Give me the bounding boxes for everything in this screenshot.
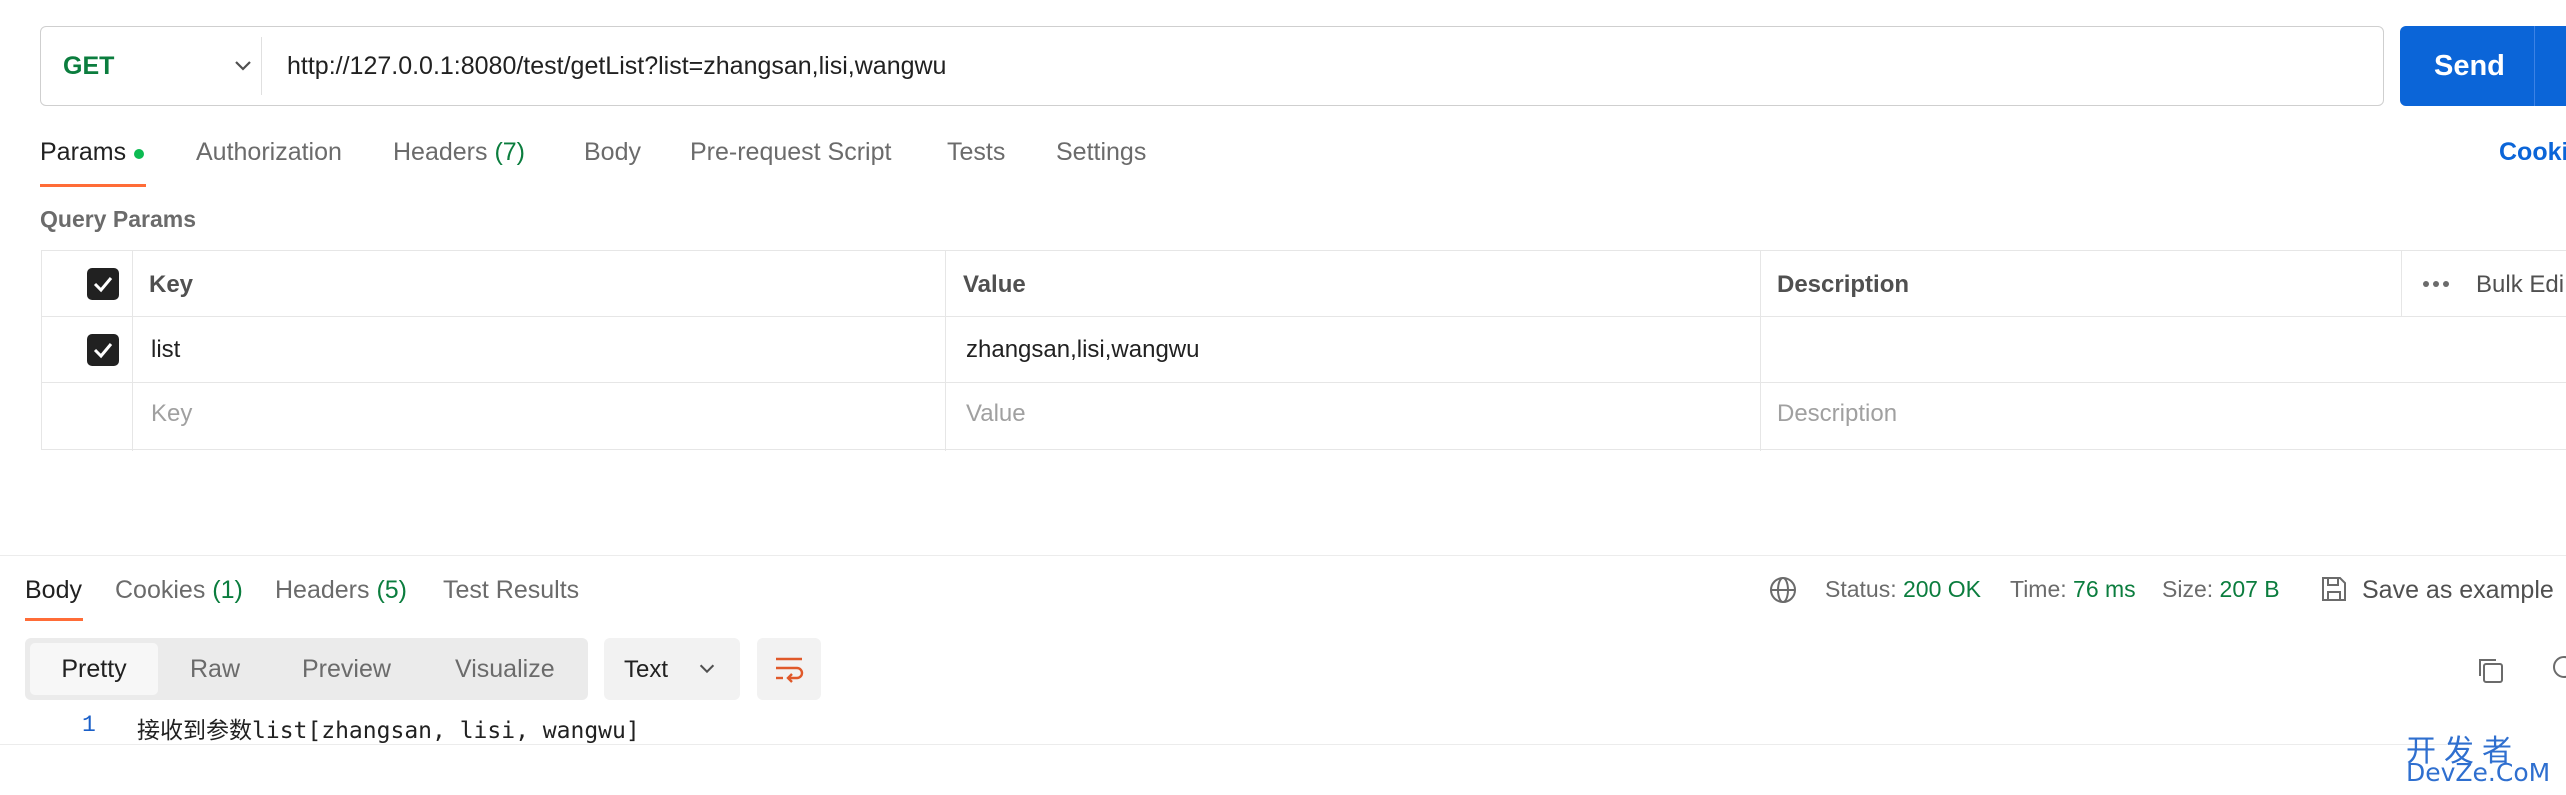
save-as-example-button[interactable]: Save as example [2362, 576, 2554, 605]
response-tab-test-results[interactable]: Test Results [443, 576, 579, 605]
response-tab-test-results-label: Test Results [443, 576, 580, 604]
method-separator [261, 37, 262, 95]
send-button[interactable]: Send [2400, 26, 2566, 106]
size-label: Size: [2162, 576, 2214, 602]
status-label: Status: [1825, 576, 1897, 602]
response-tab-headers[interactable]: Headers (5) [275, 576, 407, 605]
tab-headers[interactable]: Headers (7) [393, 138, 525, 167]
search-icon[interactable] [2550, 653, 2566, 685]
column-divider [1760, 251, 1761, 451]
tab-params[interactable]: Params [40, 138, 126, 167]
tab-settings-label: Settings [1056, 138, 1147, 166]
response-tab-body-label: Body [25, 576, 82, 604]
response-tab-headers-label: Headers [275, 576, 370, 604]
send-label: Send [2434, 49, 2505, 82]
column-header-value: Value [963, 271, 1026, 298]
url-bar: GET [40, 26, 2384, 106]
response-body-text[interactable]: 接收到参数list[zhangsan, lisi, wangwu] [137, 711, 640, 745]
query-params-table: Key Value Description Bulk Edi list zhan… [41, 250, 2566, 451]
save-icon[interactable] [2318, 573, 2350, 605]
time-label: Time: [2010, 576, 2067, 602]
wrap-lines-icon [776, 657, 804, 683]
response-size: Size: 207 B [2162, 576, 2280, 603]
view-pretty[interactable]: Pretty [30, 643, 158, 695]
param-value-cell[interactable]: zhangsan,lisi,wangwu [966, 336, 1199, 364]
column-header-description: Description [1777, 271, 1910, 298]
row-divider [42, 316, 2566, 317]
format-select[interactable]: Text [604, 638, 740, 700]
tab-tests-label: Tests [947, 138, 1006, 166]
cookies-link[interactable]: Cooki [2499, 138, 2566, 167]
response-tab-headers-count: (5) [376, 576, 408, 604]
new-description-input[interactable]: Description [1777, 400, 1897, 428]
param-key-cell[interactable]: list [151, 336, 180, 364]
globe-icon[interactable] [1768, 575, 1798, 605]
send-dropdown-split[interactable] [2534, 26, 2535, 106]
copy-icon[interactable] [2474, 654, 2506, 686]
tab-active-underline [40, 184, 146, 187]
tab-authorization-label: Authorization [196, 138, 342, 166]
new-key-input[interactable]: Key [151, 400, 192, 428]
view-raw[interactable]: Raw [190, 638, 240, 700]
method-select[interactable]: GET [63, 27, 263, 105]
method-label: GET [63, 51, 115, 80]
response-tab-cookies-label: Cookies [115, 576, 206, 604]
wrap-lines-button[interactable] [757, 638, 821, 700]
view-mode-segmented: Pretty Raw Preview Visualize [25, 638, 588, 700]
tab-tests[interactable]: Tests [947, 138, 1005, 167]
tab-params-label: Params [40, 138, 127, 166]
bulk-edit-button[interactable]: Bulk Edi [2476, 271, 2564, 299]
more-options-icon[interactable] [2422, 279, 2450, 289]
format-label: Text [624, 656, 669, 683]
code-divider [0, 744, 2460, 745]
response-time: Time: 76 ms [2010, 576, 2136, 603]
checkmark-icon [93, 343, 113, 359]
response-tab-cookies[interactable]: Cookies (1) [115, 576, 243, 605]
param-row-checkbox[interactable] [87, 334, 119, 366]
column-header-key: Key [149, 271, 194, 298]
row-divider [42, 382, 2566, 383]
tab-headers-label: Headers [393, 138, 488, 166]
tab-pre-request-script[interactable]: Pre-request Script [690, 138, 891, 167]
tab-settings[interactable]: Settings [1056, 138, 1146, 167]
tab-pre-request-label: Pre-request Script [690, 138, 892, 166]
params-active-dot [134, 149, 144, 159]
query-params-title: Query Params [40, 206, 196, 232]
new-value-input[interactable]: Value [966, 400, 1026, 428]
view-visualize[interactable]: Visualize [455, 638, 555, 700]
line-number: 1 [82, 712, 96, 738]
checkmark-icon [93, 277, 113, 293]
view-preview[interactable]: Preview [302, 638, 391, 700]
status-value: 200 OK [1903, 576, 1981, 602]
column-divider [2401, 251, 2402, 316]
response-divider [0, 555, 2566, 556]
response-tab-cookies-count: (1) [212, 576, 243, 604]
tab-body-label: Body [584, 138, 641, 166]
column-divider [132, 251, 133, 451]
chevron-down-icon [699, 664, 715, 674]
response-tab-body[interactable]: Body [25, 576, 82, 605]
response-tab-underline [25, 618, 83, 621]
time-value: 76 ms [2073, 576, 2136, 602]
tab-headers-count: (7) [494, 138, 526, 166]
select-all-checkbox[interactable] [87, 268, 119, 300]
watermark-bottom-text: DevZe.CoM [2406, 758, 2551, 787]
tab-authorization[interactable]: Authorization [196, 138, 342, 167]
watermark-logo: 开发者 DevZe.CoM [2406, 726, 2556, 788]
tab-body[interactable]: Body [584, 138, 641, 167]
column-divider [945, 251, 946, 451]
response-status: Status: 200 OK [1825, 576, 1981, 603]
chevron-down-icon [235, 61, 251, 71]
url-input[interactable] [287, 27, 2347, 105]
size-value: 207 B [2219, 576, 2280, 602]
